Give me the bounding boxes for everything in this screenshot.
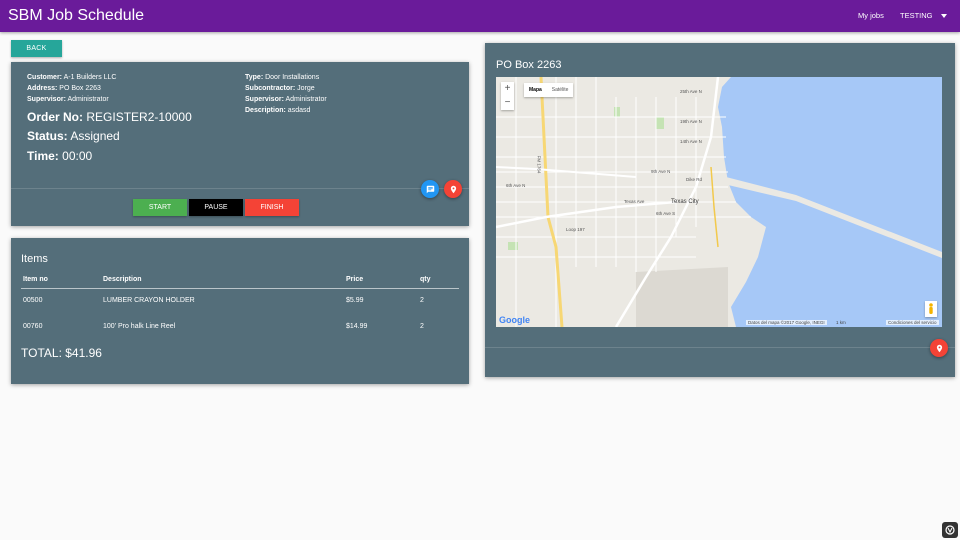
col-header-description: Description (103, 276, 142, 283)
map-attribution: Datos del mapa ©2017 Google, INEGI (746, 320, 827, 325)
row-price: $14.99 (346, 323, 368, 330)
order-status: Status: Assigned (27, 128, 120, 144)
map-street-label: 6th Ave N (506, 183, 526, 188)
order-time: Time: 00:00 (27, 148, 92, 164)
subcontractor-row: Subcontractor: Jorge (245, 83, 315, 94)
map-type-control: Mapa Satélite (524, 83, 574, 97)
order-card: Customer: A-1 Builders LLC Address: PO B… (11, 62, 469, 226)
map-street-label: 6th Ave S (656, 211, 676, 216)
address-label: Address: (27, 85, 58, 92)
row-description: LUMBER CRAYON HOLDER (103, 297, 195, 304)
supervisor2-label: Supervisor: (245, 96, 284, 103)
app-title: SBM Job Schedule (8, 7, 145, 24)
supervisor-value: Administrator (67, 96, 109, 103)
app-bar: SBM Job Schedule My jobs TESTING (0, 0, 960, 32)
type-row: Type: Door Installations (245, 72, 319, 83)
map-zoom-control: + − (501, 82, 514, 110)
map-street-label: Dike Rd (686, 177, 703, 182)
back-button[interactable]: BACK (11, 40, 62, 57)
description-label: Description: (245, 107, 286, 114)
google-logo: Google (499, 315, 530, 325)
order-number: Order No: REGISTER2-10000 (27, 109, 192, 125)
row-qty: 2 (420, 297, 424, 304)
location-pin-icon (450, 185, 456, 193)
caret-down-icon[interactable] (941, 14, 947, 18)
col-header-item-no: Item no (23, 276, 48, 283)
map-type-map-button[interactable]: Mapa (524, 83, 547, 97)
map-street-label: Texas Ave (624, 199, 645, 204)
customer-value: A-1 Builders LLC (63, 74, 117, 81)
corner-app-icon[interactable] (942, 522, 958, 538)
map-view[interactable]: 25th Ave N 19th Ave N 14th Ave N 9th Ave… (496, 77, 942, 327)
row-item-no: 00760 (23, 323, 43, 330)
supervisor-row: Supervisor: Administrator (27, 94, 109, 105)
items-total: TOTAL: $41.96 (21, 346, 102, 360)
location-pin-icon (936, 344, 942, 352)
table-header-divider (21, 288, 459, 289)
order-number-label: Order No: (27, 110, 84, 124)
finish-button[interactable]: FINISH (245, 199, 299, 216)
card-divider (11, 188, 469, 189)
location-fab[interactable] (444, 180, 462, 198)
map-street-label: FM 1764 (536, 155, 542, 174)
map-terms-link[interactable]: Condiciones del servicio (886, 320, 939, 325)
map-card: PO Box 2263 25th Ave N 19th Ave N 14th A… (485, 43, 955, 377)
address-row: Address: PO Box 2263 (27, 83, 101, 94)
row-price: $5.99 (346, 297, 364, 304)
start-button[interactable]: START (133, 199, 187, 216)
app-logo-icon (945, 525, 955, 535)
map-street-label: 14th Ave N (680, 139, 702, 144)
customer-label: Customer: (27, 74, 63, 81)
col-header-price: Price (346, 276, 364, 283)
col-header-qty: qty (420, 276, 431, 283)
map-street-label: 9th Ave N (651, 169, 671, 174)
subcontractor-label: Subcontractor: (245, 85, 296, 92)
order-status-label: Status: (27, 129, 68, 143)
map-street-label: Loop 197 (566, 227, 585, 232)
pause-button[interactable]: PAUSE (189, 199, 243, 216)
address-value: PO Box 2263 (59, 85, 101, 92)
map-scale: 1 km (836, 320, 846, 325)
order-status-value: Assigned (70, 129, 120, 143)
items-title: Items (21, 253, 48, 265)
nav-my-jobs-link[interactable]: My jobs (858, 11, 884, 20)
order-number-value: REGISTER2-10000 (86, 110, 192, 124)
description-value: asdasd (287, 107, 311, 114)
subcontractor-value: Jorge (297, 85, 315, 92)
map-city-label: Texas City (671, 199, 699, 205)
chat-icon (426, 185, 434, 193)
zoom-out-button[interactable]: − (501, 96, 514, 110)
zoom-in-button[interactable]: + (501, 82, 514, 96)
customer-row: Customer: A-1 Builders LLC (27, 72, 117, 83)
type-value: Door Installations (265, 74, 320, 81)
type-label: Type: (245, 74, 264, 81)
supervisor2-row: Supervisor: Administrator (245, 94, 327, 105)
order-time-value: 00:00 (62, 149, 93, 163)
description-row: Description: asdasd (245, 105, 310, 116)
row-description: 100' Pro halk Line Reel (103, 323, 176, 330)
map-location-fab[interactable] (930, 339, 948, 357)
map-type-satellite-button[interactable]: Satélite (547, 83, 574, 97)
order-time-label: Time: (27, 149, 59, 163)
map-card-divider (485, 347, 955, 348)
nav-user-menu[interactable]: TESTING (900, 11, 933, 20)
items-card: Items Item no Description Price qty 0050… (11, 238, 469, 384)
row-qty: 2 (420, 323, 424, 330)
pegman-button[interactable] (925, 301, 937, 317)
pegman-icon (929, 303, 933, 314)
chat-fab[interactable] (421, 180, 439, 198)
map-street-label: 19th Ave N (680, 119, 702, 124)
supervisor-label: Supervisor: (27, 96, 66, 103)
map-canvas (496, 77, 942, 327)
row-item-no: 00500 (23, 297, 43, 304)
supervisor2-value: Administrator (285, 96, 327, 103)
map-title: PO Box 2263 (496, 59, 562, 71)
map-street-label: 25th Ave N (680, 89, 702, 94)
